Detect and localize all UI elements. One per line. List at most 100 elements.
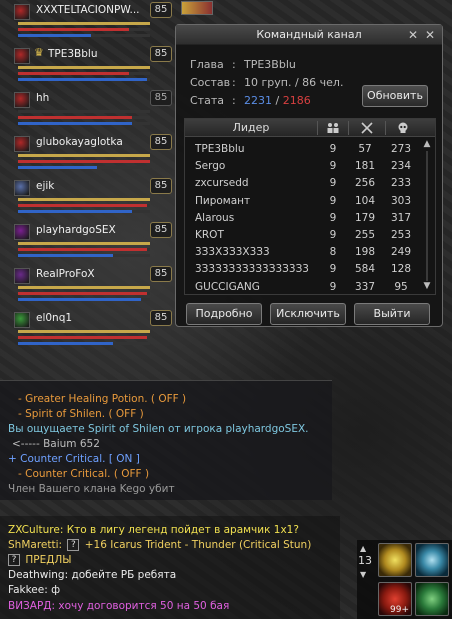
mp-bar-fill	[18, 78, 148, 81]
table-row[interactable]: GUCCIGANG 9 337 95	[185, 278, 421, 296]
cp-bar	[18, 66, 150, 69]
table-row[interactable]: Alarous 9 179 317	[185, 209, 421, 227]
kills-swords-icon[interactable]	[349, 119, 385, 137]
mp-bar-fill	[18, 210, 132, 213]
buff-icon[interactable]	[181, 1, 213, 15]
groups-cell: 8	[329, 246, 337, 259]
party-member-level: 85	[150, 178, 172, 194]
leader-name-cell: Пиромант	[195, 194, 251, 207]
table-scrollbar[interactable]: ▲ ▼	[421, 139, 433, 293]
class-icon	[14, 312, 30, 328]
skill-slot-lightning-icon[interactable]	[378, 543, 412, 577]
table-row[interactable]: zxcursedd 9 256 233	[185, 174, 421, 192]
deaths-cell: 249	[390, 246, 412, 259]
chat-line: ? ПРЕДЛЫ	[8, 554, 72, 566]
cp-bar-fill	[18, 286, 150, 289]
party-member[interactable]: ejik 85	[12, 176, 178, 220]
skill-slot-claw-icon[interactable]	[415, 582, 449, 616]
party-member[interactable]: RealProFoX 85	[12, 264, 178, 308]
groups-cell: 9	[329, 160, 337, 173]
party-member-level: 85	[150, 266, 172, 282]
table-row[interactable]: Sergo 9 181 234	[185, 157, 421, 175]
item-link-icon[interactable]: ?	[67, 539, 80, 551]
class-icon	[14, 136, 30, 152]
exclude-button[interactable]: Исключить	[270, 303, 346, 325]
hp-bar	[18, 160, 150, 163]
cp-bar-fill	[18, 330, 150, 333]
party-member[interactable]: glubokayaglotka 85	[12, 132, 178, 176]
cp-bar-fill	[18, 154, 150, 157]
leader-info-row: Глава: TPE3Bblu	[190, 58, 296, 71]
cp-bar	[18, 286, 150, 289]
kills-cell: 256	[354, 177, 376, 190]
update-button[interactable]: Обновить	[362, 85, 428, 107]
deaths-cell: 234	[390, 160, 412, 173]
system-message-log: - Greater Healing Potion. ( OFF ) - Spiri…	[0, 380, 332, 500]
hp-bar-fill	[18, 336, 148, 339]
window-title: Командный канал	[176, 25, 442, 45]
skill-slot-potion-icon[interactable]: 99+	[378, 582, 412, 616]
cp-bar	[18, 198, 150, 201]
kills-cell: 255	[354, 229, 376, 241]
page-down-icon[interactable]: ▼	[360, 570, 366, 579]
scroll-up-icon[interactable]: ▲	[421, 139, 433, 151]
skill-slot-orb-icon[interactable]	[415, 543, 449, 577]
deaths-cell: 128	[390, 263, 412, 276]
groups-cell: 9	[329, 143, 337, 155]
mp-bar	[18, 210, 150, 213]
leave-button[interactable]: Выйти	[354, 303, 430, 325]
stats-label: Стата	[190, 94, 224, 107]
chat-item-link[interactable]: ПРЕДЛЫ	[25, 554, 71, 566]
party-member[interactable]: hh 85	[12, 88, 178, 132]
party-member-name: el0nq1	[36, 312, 73, 324]
page-up-icon[interactable]: ▲	[360, 544, 366, 553]
cp-bar-fill	[18, 198, 150, 201]
chat-line: ВИЗАРД: хочу договорится 50 на 50 бая	[8, 600, 230, 612]
cp-bar	[18, 242, 150, 245]
hp-bar	[18, 248, 150, 251]
chat-line: ZXCulture: Кто в лигу легенд пойдет в ар…	[8, 524, 299, 536]
leader-name-cell: Alarous	[195, 211, 235, 224]
table-row[interactable]: 3З3З3З3З3З3З3З3З3 9 584 128	[185, 260, 421, 278]
system-log-line: + Counter Critical. [ ON ]	[8, 453, 140, 465]
table-row[interactable]: 3З3X3З3X3З3 8 198 249	[185, 243, 421, 261]
mp-bar	[18, 122, 150, 125]
minimize-icon[interactable]: ✕	[406, 28, 420, 42]
hp-bar-fill	[18, 292, 148, 295]
party-member-level: 85	[150, 222, 172, 238]
hp-bar	[18, 336, 150, 339]
mp-bar-fill	[18, 298, 141, 301]
groups-icon[interactable]	[318, 119, 348, 137]
col-leader-header[interactable]: Лидер	[185, 119, 317, 137]
scroll-down-icon[interactable]: ▼	[421, 281, 433, 293]
table-row[interactable]: KROT 9 255 253	[185, 226, 421, 244]
kills-cell: 181	[354, 160, 376, 173]
chat-item-link[interactable]: +16 Icarus Trident - Thunder (Critical S…	[85, 539, 312, 551]
kills-cell: 337	[354, 280, 376, 293]
hp-bar	[18, 204, 150, 207]
item-link-icon[interactable]: ?	[8, 554, 20, 566]
mp-bar	[18, 78, 150, 81]
party-member-level: 85	[150, 134, 172, 150]
party-member[interactable]: el0nq1 85	[12, 308, 178, 352]
cp-bar	[18, 330, 150, 333]
party-member[interactable]: ♛ TPE3Bblu 85	[12, 44, 178, 88]
class-icon	[14, 268, 30, 284]
mp-bar-fill	[18, 342, 114, 345]
composition-label: Состав	[190, 76, 231, 89]
close-icon[interactable]: ✕	[423, 28, 437, 42]
deaths-cell: 253	[390, 229, 412, 241]
details-button[interactable]: Подробно	[186, 303, 262, 325]
system-log-line: - Spirit of Shilen. ( OFF )	[18, 408, 144, 420]
mp-bar-fill	[18, 122, 132, 125]
party-member[interactable]: XXXTELTACIONPW... 85	[12, 0, 178, 44]
table-row[interactable]: Пиромант 9 104 303	[185, 192, 421, 210]
leader-label: Глава	[190, 58, 224, 71]
leader-value: TPE3Bblu	[244, 58, 296, 71]
party-member-level: 85	[150, 46, 172, 62]
deaths-skull-icon[interactable]	[386, 119, 420, 137]
table-row[interactable]: TPE3Bblu 9 57 273	[185, 140, 421, 158]
party-member[interactable]: playhardgoSEX 85	[12, 220, 178, 264]
leader-name-cell: KROT	[195, 229, 224, 241]
party-member-name: glubokayaglotka	[36, 136, 123, 148]
